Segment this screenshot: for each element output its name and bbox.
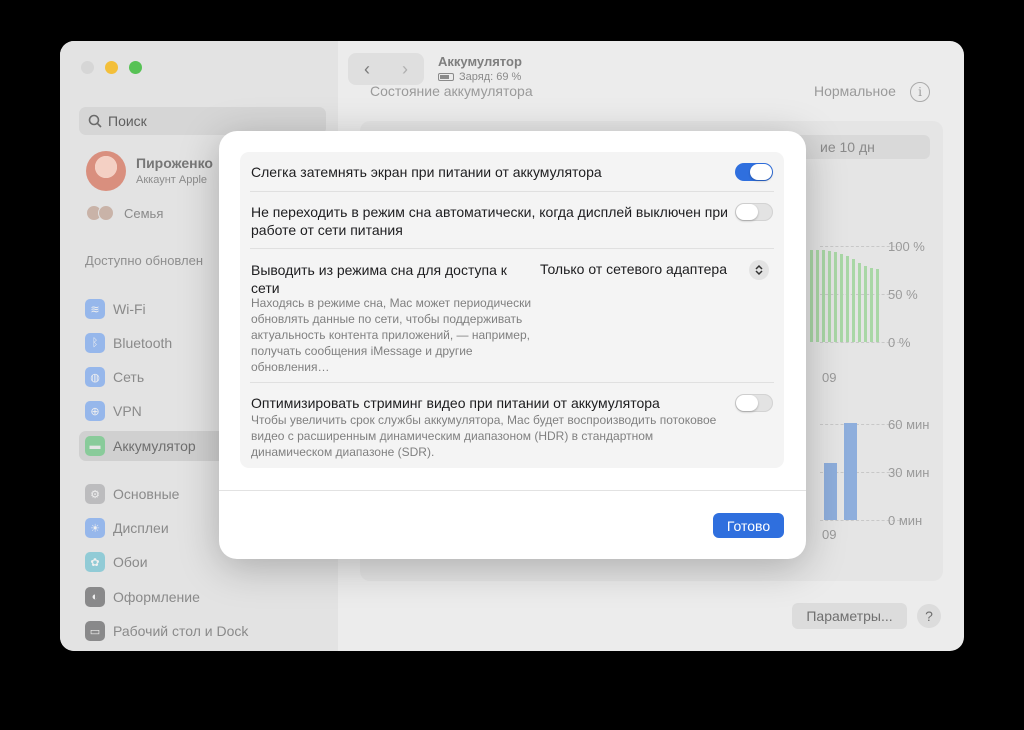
battery-level-bar [840,253,843,342]
dim-screen-label: Слегка затемнять экран при питании от ак… [251,164,602,180]
sun-icon: ☀ [85,518,105,538]
battery-level-bar [858,263,861,342]
battery-level-bar [864,266,867,342]
wake-for-network-label: Выводить из режима сна для доступа к сет… [251,262,507,296]
battery-icon [438,73,454,81]
updates-available[interactable]: Доступно обновлен [85,253,203,268]
avatar [86,151,126,191]
row-divider [250,248,774,249]
wake-for-network-popup[interactable] [749,260,769,280]
toggle-knob [736,204,758,220]
optimize-streaming-label: Оптимизировать стриминг видео при питани… [251,395,660,411]
dock-icon: ▭ [85,621,105,641]
toggle-knob [750,164,772,180]
sidebar-item-label: Bluetooth [113,335,173,351]
help-button[interactable]: ? [917,604,941,628]
usage-axis-label: 60 мин [888,417,930,432]
sidebar-item-label: VPN [113,403,142,419]
window-subtitle: Заряд: 69 % [438,71,521,83]
charge-level: Заряд: 69 % [459,71,522,83]
forward-chevron-icon[interactable]: › [402,59,408,80]
battery-level-bar [876,269,879,342]
sidebar-item-8[interactable]: ◐ Оформление [79,582,326,612]
dim-screen-toggle[interactable] [735,163,773,181]
row-divider [250,191,774,192]
chevron-updown-icon [755,264,763,276]
back-chevron-icon[interactable]: ‹ [364,59,370,80]
sidebar-item-label: Аккумулятор [113,438,196,454]
sidebar-item-label: Обои [113,554,148,570]
level-x-label: 09 [822,370,837,385]
battery-options-dialog: Слегка затемнять экран при питании от ак… [219,131,806,559]
vpn-icon: ⊕ [85,401,105,421]
usage-bar [824,463,837,520]
sidebar-item-label: Wi-Fi [113,301,146,317]
level-axis-label: 100 % [888,239,925,254]
bluetooth-icon: ᛒ [85,333,105,353]
dialog-divider [219,490,806,491]
gear-icon: ⚙ [85,484,105,504]
level-axis-label: 0 % [888,335,911,350]
history-nav: ‹ › [348,53,424,85]
toggle-knob [736,395,758,411]
battery-health-status: Нормальное [814,83,896,99]
battery-level-bar [834,251,837,342]
wifi-icon: ≋ [85,299,105,319]
search-icon [88,114,102,128]
sidebar-item-label: Оформление [113,589,200,605]
sidebar-item-label: Рабочий стол и Dock [113,623,249,639]
section-title: Состояние аккумулятора [370,83,533,99]
sidebar-item-9[interactable]: ▭ Рабочий стол и Dock [79,616,326,646]
wake-for-network-description: Находясь в режиме сна, Mac может периоди… [251,296,532,374]
sidebar-item-label: Дисплеи [113,520,169,536]
wake-for-network-value[interactable]: Только от сетевого адаптера [540,261,727,277]
prevent-sleep-label: Не переходить в режим сна автоматически,… [251,204,728,238]
options-button[interactable]: Параметры... [792,603,907,629]
search-placeholder: Поиск [108,113,147,129]
info-icon[interactable]: i [910,82,930,102]
window-title: Аккумулятор [438,54,522,69]
appearance-icon: ◐ [85,587,105,607]
family-avatar-icon [98,205,114,221]
maximize-window-button[interactable] [129,61,142,74]
family-label: Семья [124,205,164,221]
usage-bar [844,423,857,520]
range-label: ие 10 дн [820,139,875,155]
usage-x-label: 09 [822,527,837,542]
done-button[interactable]: Готово [713,513,784,538]
row-divider [250,382,774,383]
usage-axis-label: 30 мин [888,465,930,480]
battery-level-bar [870,268,873,342]
battery-level-bar [828,250,831,342]
flower-icon: ✿ [85,552,105,572]
close-window-button[interactable] [81,61,94,74]
options-group: Слегка затемнять экран при питании от ак… [240,152,784,468]
sidebar-item-label: Сеть [113,369,145,385]
level-axis-label: 50 % [888,287,918,302]
battery-level-bar [822,249,825,342]
usage-axis-label: 0 мин [888,513,923,528]
battery-level-bar [846,255,849,342]
battery-level-bar [810,249,813,342]
globe-icon: ◍ [85,367,105,387]
profile-name: Пироженко [136,155,213,171]
battery-icon: ▬ [85,436,105,456]
minimize-window-button[interactable] [105,61,118,74]
profile-subtitle: Аккаунт Apple [136,174,208,186]
prevent-sleep-toggle[interactable] [735,203,773,221]
battery-level-bar [852,259,855,342]
optimize-streaming-toggle[interactable] [735,394,773,412]
family-item[interactable]: Семья [86,203,163,223]
sidebar-item-label: Основные [113,486,180,502]
battery-level-bar [816,249,819,342]
optimize-streaming-description: Чтобы увеличить срок службы аккумулятора… [251,413,717,459]
